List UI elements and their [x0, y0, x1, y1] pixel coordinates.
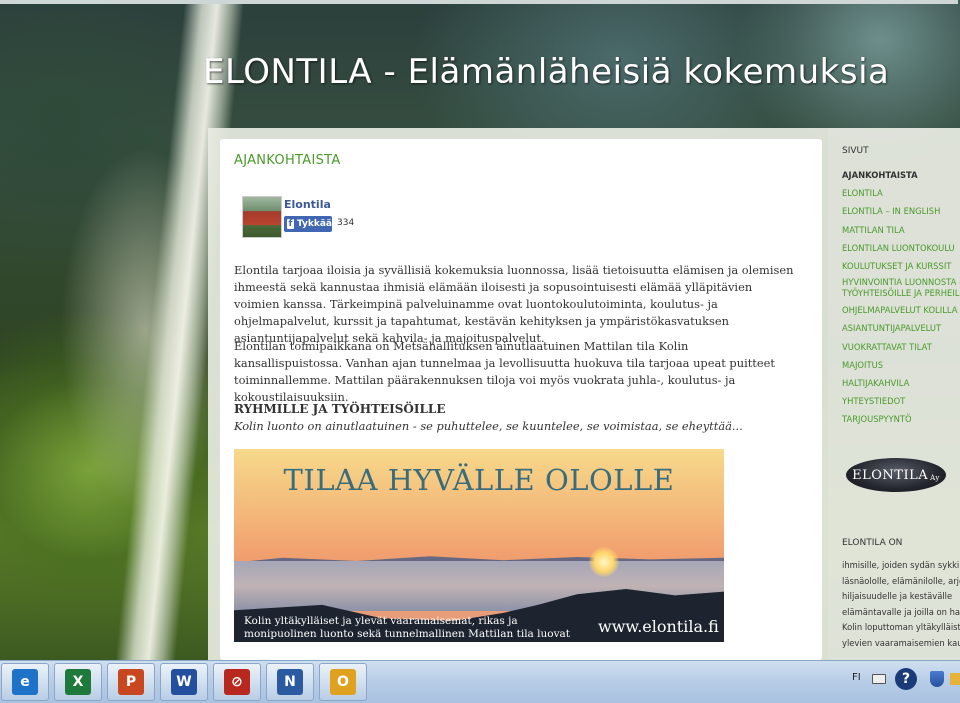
sidebar-item-yhteystiedot[interactable]: YHTEYSTIEDOT: [842, 392, 960, 410]
internet-explorer-icon: e: [12, 669, 38, 695]
like-label: Tykkää: [296, 219, 332, 229]
groups-subheading: RYHMILLE JA TYÖHTEISÖILLE: [234, 402, 446, 416]
sidebar-item-haltijakahvila[interactable]: HALTIJAKAHVILA: [842, 374, 960, 392]
about-line: Kolin loputtoman yltäkylläiste: [842, 622, 960, 633]
n-app-icon: N: [277, 669, 303, 695]
pages-list: AJANKOHTAISTA ELONTILA ELONTILA – IN ENG…: [842, 166, 960, 429]
taskbar-app-button[interactable]: X: [54, 663, 102, 701]
outlook-icon: O: [330, 669, 356, 695]
language-indicator[interactable]: FI: [852, 672, 861, 683]
banner-url: www.elontila.fi: [598, 617, 719, 636]
about-line: hiljaisuudelle ja kestävälle: [842, 591, 953, 602]
banner-caption: Kolin yltäkylläiset ja ylevät vaaramaise…: [244, 615, 571, 642]
about-line: elämäntavalle ja joilla on halu: [842, 606, 960, 617]
sidebar-item-asiantuntijapalvelut[interactable]: ASIANTUNTIJAPALVELUT: [842, 319, 960, 337]
location-paragraph: Elontilan toimipaikkana on Metsähallituk…: [234, 339, 775, 404]
taskbar-app-button[interactable]: W: [160, 663, 208, 701]
banner-headline: TILAA HYVÄLLE OLOLLE: [283, 463, 675, 497]
facebook-page-avatar[interactable]: [242, 196, 282, 238]
taskbar-app-button[interactable]: P: [107, 663, 155, 701]
about-line: ihmisille, joiden sydän sykkii: [842, 560, 960, 570]
sidebar-item-mattilan-tila[interactable]: MATTILAN TILA: [842, 221, 960, 239]
sidebar-item-ohjelmapalvelut[interactable]: OHJELMAPALVELUT KOLILLA: [842, 301, 960, 319]
facebook-like-box: Elontila f Tykkää 334: [240, 196, 380, 240]
koli-quote: Kolin luonto on ainutlaatuinen - se puhu…: [234, 419, 743, 433]
sidebar-item-tarjouspyynto[interactable]: TARJOUSPYYNTÖ: [842, 410, 960, 428]
logo-text: ELONTILA: [852, 467, 929, 483]
facebook-like-button[interactable]: f Tykkää: [284, 216, 332, 232]
sidebar: SIVUT AJANKOHTAISTA ELONTILA ELONTILA – …: [828, 128, 960, 660]
window-top-edge: [0, 0, 958, 4]
taskbar-app-button[interactable]: O: [319, 663, 367, 701]
about-heading: ELONTILA ON: [842, 538, 903, 548]
logo-suffix: Ay: [930, 474, 940, 482]
browser-icon: ⊘: [224, 669, 250, 695]
like-count: 334: [337, 218, 355, 228]
help-icon[interactable]: ?: [895, 668, 917, 690]
powerpoint-icon: P: [118, 669, 144, 695]
sidebar-item-english[interactable]: ELONTILA – IN ENGLISH: [842, 202, 960, 220]
about-text: ihmisille, joiden sydän sykkii läsnäolol…: [842, 558, 960, 652]
taskbar-app-button[interactable]: e: [1, 663, 49, 701]
taskbar-app-button[interactable]: N: [266, 663, 314, 701]
sidebar-item-majoitus[interactable]: MAJOITUS: [842, 356, 960, 374]
elontila-logo[interactable]: ELONTILA Ay: [846, 458, 946, 492]
facebook-page-name[interactable]: Elontila: [284, 198, 331, 211]
sidebar-item-elontila[interactable]: ELONTILA: [842, 184, 960, 202]
about-line: läsnäololle, elämänilolle, arjen: [842, 575, 960, 586]
site-title[interactable]: ELONTILA - Elämänläheisiä kokemuksia: [203, 52, 889, 92]
sidebar-item-luontokoulu[interactable]: ELONTILAN LUONTOKOULU: [842, 239, 960, 257]
excel-icon: X: [65, 669, 91, 695]
sidebar-item-hyvinvointia[interactable]: HYVINVOINTIA LUONNOSTA – RY TYÖYHTEISÖIL…: [842, 275, 960, 301]
sidebar-item-ajankohtaista[interactable]: AJANKOHTAISTA: [842, 166, 960, 184]
taskbar-app-button[interactable]: ⊘: [213, 663, 261, 701]
intro-paragraph: Elontila tarjoaa iloisia ja syvällisiä k…: [234, 263, 794, 345]
security-shield-icon[interactable]: [930, 671, 944, 687]
folder-icon[interactable]: [950, 673, 960, 685]
banner-sun: [589, 547, 619, 577]
sidebar-item-vuokrattavat-tilat[interactable]: VUOKRATTAVAT TILAT: [842, 338, 960, 356]
promo-banner[interactable]: TILAA HYVÄLLE OLOLLE Kolin yltäkylläiset…: [234, 449, 724, 642]
facebook-f-icon: f: [287, 219, 294, 229]
about-line: ylevien vaaramaisemien kaune: [842, 637, 960, 648]
word-icon: W: [171, 669, 197, 695]
pages-heading: SIVUT: [842, 146, 869, 156]
hyvinvointia-label: HYVINVOINTIA LUONNOSTA – RY TYÖYHTEISÖIL…: [842, 277, 960, 299]
sidebar-item-koulutukset[interactable]: KOULUTUKSET JA KURSSIT: [842, 257, 960, 275]
keyboard-icon[interactable]: [872, 674, 886, 684]
section-title[interactable]: AJANKOHTAISTA: [234, 153, 341, 168]
